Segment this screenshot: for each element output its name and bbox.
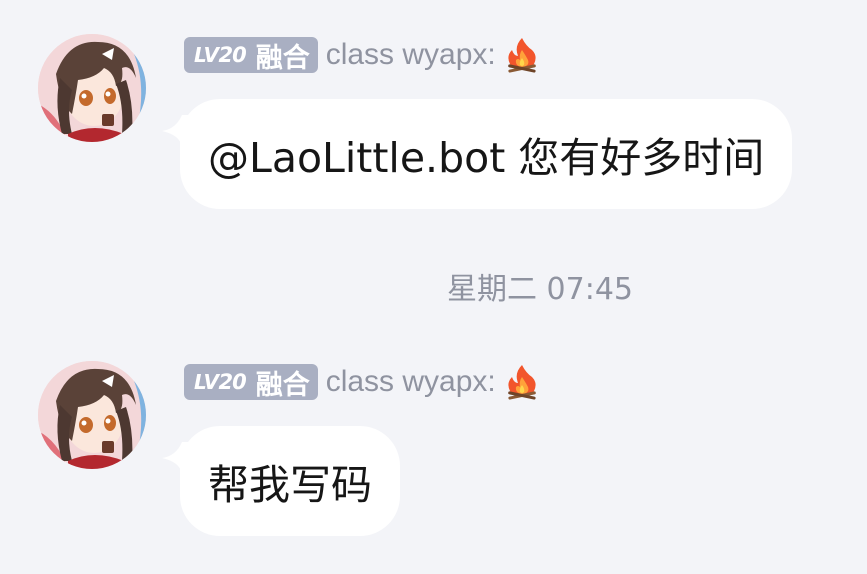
message-text: @LaoLittle.bot 您有好多时间 xyxy=(208,134,765,182)
message-bubble[interactable]: @LaoLittle.bot 您有好多时间 xyxy=(162,99,793,209)
anime-girl-avatar-icon xyxy=(38,361,146,469)
fire-icon xyxy=(504,363,540,401)
sender-name[interactable]: class wyapx: xyxy=(326,365,496,399)
bubble-tail xyxy=(162,115,202,147)
level-label: LV xyxy=(194,43,219,67)
sender-name[interactable]: class wyapx: xyxy=(326,38,496,72)
level-number: 20 xyxy=(218,370,246,394)
fire-icon xyxy=(504,36,540,74)
badge-title: 融合 xyxy=(255,369,310,401)
message-text: 帮我写码 xyxy=(208,461,372,509)
level-label: LV xyxy=(194,370,219,394)
timestamp: 星期二 07:45 xyxy=(447,272,633,307)
level-badge: LV 20 融合 xyxy=(184,364,318,401)
avatar[interactable] xyxy=(38,361,146,469)
level-badge: LV 20 融合 xyxy=(184,37,318,74)
badge-title: 融合 xyxy=(255,42,310,74)
avatar[interactable] xyxy=(38,34,146,142)
message-header: LV 20 融合 class wyapx: xyxy=(184,363,540,401)
anime-girl-avatar-icon xyxy=(38,34,146,142)
message-header: LV 20 融合 class wyapx: xyxy=(184,36,540,74)
message-bubble[interactable]: 帮我写码 xyxy=(162,426,400,536)
level-number: 20 xyxy=(218,43,246,67)
bubble-tail xyxy=(162,442,202,474)
